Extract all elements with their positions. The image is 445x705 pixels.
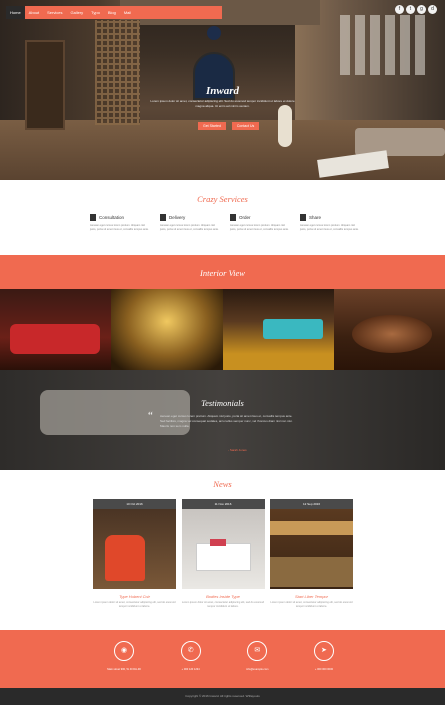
news-image [181, 509, 265, 589]
contact-item: ➤ + 000 000 0000 [304, 641, 344, 671]
footer: Copyright © 2016 Inward. All rights rese… [0, 688, 445, 705]
gallery-photo-hall[interactable] [111, 289, 223, 370]
bag-icon [160, 214, 166, 221]
news-date: 12 Sep 2016 [270, 499, 353, 509]
testimonials-title: Testimonials [201, 398, 244, 408]
contact-section: ◉ Main street 900, W 40 DH-90 ✆ + 000 12… [0, 630, 445, 688]
news-card-title[interactable]: Bodies Inside Type [182, 594, 265, 599]
social-links: f t g d [395, 5, 437, 14]
services-section: Crazy Services Consultation Aenean eget … [0, 180, 445, 255]
news-card[interactable]: 12 Sep 2016 Start Liber Tempor Lorem ips… [270, 499, 353, 609]
contact-text: + 000 000 0000 [314, 668, 334, 671]
news-card[interactable]: 11 Nov 2016 Bodies Inside Type Lorem ips… [181, 499, 265, 609]
testimonials-section: Testimonials “ Aenean eget cursus lorem … [0, 370, 445, 470]
location-icon[interactable]: ◉ [114, 641, 134, 661]
facebook-icon[interactable]: f [395, 5, 404, 14]
services-title: Crazy Services [197, 194, 248, 204]
phone-icon[interactable]: ✆ [180, 641, 201, 661]
interior-gallery [0, 289, 445, 370]
get-started-button[interactable]: Get Started [198, 122, 226, 130]
dribbble-icon[interactable]: d [428, 5, 437, 14]
nav-item-typo[interactable]: Typo [87, 6, 104, 19]
document-icon [230, 214, 236, 221]
contact-text: info@example.com [246, 668, 269, 671]
nav-item-gallery[interactable]: Gallery [66, 6, 87, 19]
service-item: Share Aenean eget cursus lorem pretium. … [300, 214, 360, 232]
nav-item-home[interactable]: Home [6, 6, 25, 19]
contact-text: Main street 900, W 40 DH-90 [107, 668, 141, 671]
link-icon [300, 214, 306, 221]
interior-title: Interior View [200, 268, 245, 278]
news-card-title[interactable]: Type Hubeni Coir [93, 594, 176, 599]
interior-section: Interior View [0, 255, 445, 370]
contact-item: ◉ Main street 900, W 40 DH-90 [104, 641, 144, 671]
news-image [270, 509, 353, 589]
nav-item-blog[interactable]: Blog [104, 6, 120, 19]
gallery-photo-sink[interactable] [333, 289, 445, 370]
contact-item: ✉ info@example.com [237, 641, 277, 671]
nav-item-about[interactable]: About [25, 6, 43, 19]
main-nav: Home About Services Gallery Typo Blog Ma… [6, 6, 222, 19]
news-card-title[interactable]: Start Liber Tempor [270, 594, 353, 599]
hero-lamp [207, 26, 221, 40]
contact-us-button[interactable]: Contact Us [231, 122, 260, 130]
service-label: Delivery [169, 215, 186, 220]
send-icon[interactable]: ➤ [313, 641, 334, 661]
service-text: Aenean eget cursus lorem pretium. Aliqua… [90, 224, 149, 231]
twitter-icon[interactable]: t [406, 5, 415, 14]
testimonial-text: Aenean eget cursus lorem pretium. Aliqua… [160, 414, 293, 428]
service-text: Aenean eget cursus lorem pretium. Aliqua… [300, 224, 359, 231]
gallery-photo-bedroom[interactable] [222, 289, 334, 370]
hero-buttons: Get Started Contact Us [198, 122, 260, 130]
nav-item-mail[interactable]: Mail [120, 6, 135, 19]
news-title: News [213, 479, 232, 489]
news-date: 10 Oct 2016 [93, 499, 176, 509]
news-card-text: Lorem ipsum dolor sit amet, consectetur … [270, 601, 353, 608]
contact-item: ✆ + 000 120 1234 [171, 641, 211, 671]
news-image [93, 509, 176, 589]
quote-icon: “ [148, 410, 153, 422]
service-label: Consultation [99, 215, 125, 220]
service-text: Aenean eget cursus lorem pretium. Aliqua… [160, 224, 219, 231]
contact-text: + 000 120 1234 [181, 668, 200, 671]
service-label: Share [309, 215, 322, 220]
hero-vase [278, 105, 292, 147]
hero-text: Lorem ipsum dolor sit amet, consectetur … [150, 99, 295, 108]
news-card-text: Lorem ipsum dolor sit amet, consectetur … [181, 601, 265, 608]
service-label: Order [239, 215, 251, 220]
mail-icon[interactable]: ✉ [247, 641, 268, 661]
hero-section: Home About Services Gallery Typo Blog Ma… [0, 0, 445, 180]
hero-lattice [95, 20, 140, 125]
hero-title: Inward [205, 85, 240, 97]
service-item: Consultation Aenean eget cursus lorem pr… [90, 214, 150, 232]
hero-picture-frames [340, 15, 430, 75]
service-item: Delivery Aenean eget cursus lorem pretiu… [160, 214, 220, 232]
service-item: Order Aenean eget cursus lorem pretium. … [230, 214, 290, 232]
nav-item-services[interactable]: Services [43, 6, 66, 19]
testimonial-author: - Sarah Jones [228, 448, 247, 452]
news-section: News 10 Oct 2016 Type Hubeni Coir Lorem … [0, 470, 445, 630]
gallery-photo-living-room[interactable] [0, 289, 112, 370]
user-icon [90, 214, 96, 221]
news-card[interactable]: 10 Oct 2016 Type Hubeni Coir Lorem ipsum… [93, 499, 176, 609]
news-date: 11 Nov 2016 [181, 499, 265, 509]
service-text: Aenean eget cursus lorem pretium. Aliqua… [230, 224, 289, 231]
google-plus-icon[interactable]: g [417, 5, 426, 14]
news-card-text: Lorem ipsum dolor sit amet, consectetur … [93, 601, 176, 608]
